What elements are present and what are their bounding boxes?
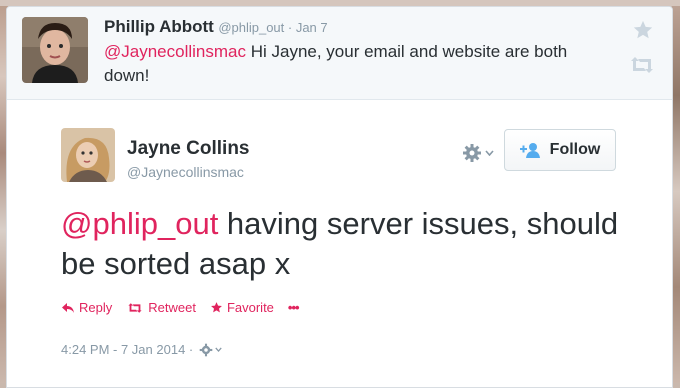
reply-action-label: Reply — [79, 300, 113, 315]
tweet-text: @phlip_out having server issues, should … — [61, 204, 621, 284]
reply-context[interactable]: Phillip Abbott @phlip_out · Jan 7 @Jayne… — [7, 7, 672, 100]
tweet-card: Phillip Abbott @phlip_out · Jan 7 @Jayne… — [6, 6, 673, 388]
add-user-icon — [519, 143, 540, 158]
favorite-action-label: Favorite — [226, 300, 274, 315]
follow-label: Follow — [549, 141, 601, 158]
chevron-down-icon — [485, 150, 494, 156]
reply-author-meta[interactable]: @phlip_out · Jan 7 — [218, 20, 327, 35]
tweet-author-name[interactable]: Jayne Collins — [127, 138, 250, 160]
reply-text: @Jaynecollinsmac Hi Jayne, your email an… — [104, 40, 584, 88]
avatar-phillip-abbott[interactable] — [22, 17, 88, 83]
retweet-icon[interactable] — [628, 55, 656, 80]
gear-icon — [463, 144, 481, 162]
user-actions-menu[interactable] — [462, 143, 494, 163]
follow-button[interactable]: Follow — [504, 129, 616, 171]
retweet-icon — [128, 302, 142, 313]
tweet-timestamp[interactable]: 4:24 PM - 7 Jan 2014 · — [61, 342, 193, 357]
background-right — [672, 0, 680, 383]
star-icon[interactable] — [632, 19, 654, 46]
retweet-action[interactable]: Retweet — [126, 300, 196, 315]
star-icon — [211, 302, 222, 313]
tweet-more-menu[interactable] — [199, 343, 222, 357]
tweet-timestamp-row: 4:24 PM - 7 Jan 2014 · — [61, 342, 222, 357]
reply-icon — [62, 302, 74, 313]
reply-author-name[interactable]: Phillip Abbott — [104, 17, 214, 36]
reply-action[interactable]: Reply — [61, 300, 112, 315]
tweet-mention-link[interactable]: @phlip_out — [61, 206, 218, 241]
tweet-author-handle[interactable]: @Jaynecollinsmac — [127, 164, 244, 180]
reply-header: Phillip Abbott @phlip_out · Jan 7 — [104, 17, 328, 37]
tweet-actions: Reply Retweet Favorite ••• — [61, 300, 300, 315]
chevron-down-icon — [215, 347, 222, 352]
gear-icon — [199, 343, 213, 356]
avatar-jayne-collins[interactable] — [61, 128, 115, 182]
favorite-action[interactable]: Favorite — [210, 300, 274, 315]
more-icon: ••• — [287, 300, 300, 315]
more-action[interactable]: ••• — [287, 300, 300, 315]
retweet-action-label: Retweet — [148, 300, 196, 315]
reply-mention-link[interactable]: @Jaynecollinsmac — [104, 42, 246, 61]
